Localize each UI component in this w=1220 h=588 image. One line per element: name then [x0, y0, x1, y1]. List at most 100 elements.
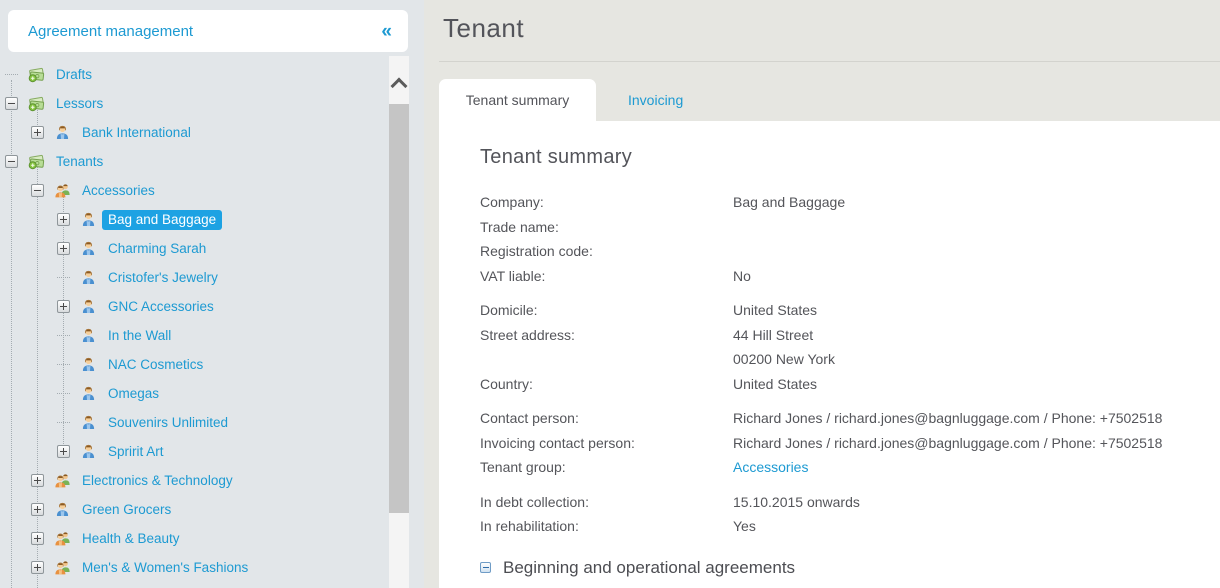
- tree-item-spririt-art[interactable]: Spririt Art: [0, 437, 388, 466]
- money-icon: [28, 95, 45, 112]
- person-icon: [80, 414, 97, 431]
- field-row-domicile: Domicile:United States: [480, 298, 1220, 323]
- tree-item-in-the-wall[interactable]: In the Wall: [0, 321, 388, 350]
- tree-item-drafts[interactable]: Drafts: [0, 60, 388, 89]
- tree-connector-line: [57, 364, 70, 365]
- plus-expander-icon[interactable]: [31, 503, 44, 516]
- tree-item-gnc-accessories[interactable]: GNC Accessories: [0, 292, 388, 321]
- tree-item-label[interactable]: Men's & Women's Fashions: [76, 558, 254, 578]
- field-group: Contact person:Richard Jones / richard.j…: [480, 406, 1220, 480]
- tree-item-souvenirs-unlimited[interactable]: Souvenirs Unlimited: [0, 408, 388, 437]
- app-window: { "colors": { "accent_blue": "#1d9ad2", …: [0, 0, 1220, 588]
- tree-item-charming-sarah[interactable]: Charming Sarah: [0, 234, 388, 263]
- tree-item-label[interactable]: NAC Cosmetics: [102, 355, 209, 375]
- section-title: Beginning and operational agreements: [503, 558, 795, 578]
- collapse-sidebar-icon[interactable]: «: [381, 22, 392, 41]
- collapse-section-icon[interactable]: [480, 562, 491, 573]
- tree-item-electronics-technology[interactable]: Electronics & Technology: [0, 466, 388, 495]
- tree-item-men-s-women-s-fashions[interactable]: Men's & Women's Fashions: [0, 553, 388, 582]
- group-icon: [54, 530, 71, 547]
- tree-item-item[interactable]: [0, 582, 388, 588]
- field-label: VAT liable:: [480, 264, 733, 289]
- tree-item-label[interactable]: Souvenirs Unlimited: [102, 413, 234, 433]
- tree-item-label[interactable]: Omegas: [102, 384, 165, 404]
- field-group: In debt collection:15.10.2015 onwardsIn …: [480, 490, 1220, 539]
- tab-invoicing[interactable]: Invoicing: [614, 79, 697, 121]
- tree-item-label[interactable]: Bank International: [76, 123, 197, 143]
- field-value: United States: [733, 372, 1220, 397]
- field-label: Country:: [480, 372, 733, 397]
- tree-item-cristofer-s-jewelry[interactable]: Cristofer's Jewelry: [0, 263, 388, 292]
- tree-connector-line: [57, 393, 70, 394]
- field-row-vat-liable: VAT liable:No: [480, 264, 1220, 289]
- tree-item-label[interactable]: Health & Beauty: [76, 529, 186, 549]
- minus-expander-icon[interactable]: [5, 155, 18, 168]
- tab-tenant-summary[interactable]: Tenant summary: [439, 79, 596, 121]
- tree-item-label[interactable]: Drafts: [50, 65, 98, 85]
- tree-item-label[interactable]: Electronics & Technology: [76, 471, 239, 491]
- person-icon: [54, 501, 71, 518]
- plus-expander-icon[interactable]: [57, 445, 70, 458]
- scrollbar-thumb[interactable]: [389, 104, 409, 513]
- field-value-link[interactable]: Accessories: [733, 455, 1220, 480]
- tree-item-label[interactable]: Green Grocers: [76, 500, 177, 520]
- plus-expander-icon[interactable]: [57, 242, 70, 255]
- tree-item-green-grocers[interactable]: Green Grocers: [0, 495, 388, 524]
- tree-item-lessors[interactable]: Lessors: [0, 89, 388, 118]
- tree-item-bag-and-baggage[interactable]: Bag and Baggage: [0, 205, 388, 234]
- section-header[interactable]: Beginning and operational agreements: [480, 558, 1220, 578]
- tree-item-label[interactable]: GNC Accessories: [102, 297, 220, 317]
- tenant-summary-content: Tenant summary Company:Bag and BaggageTr…: [439, 121, 1220, 588]
- field-label: In rehabilitation:: [480, 514, 733, 539]
- field-label: Trade name:: [480, 215, 733, 240]
- field-label: Tenant group:: [480, 455, 733, 480]
- sidebar-header: Agreement management «: [8, 10, 408, 52]
- tree-item-nac-cosmetics[interactable]: NAC Cosmetics: [0, 350, 388, 379]
- plus-expander-icon[interactable]: [57, 300, 70, 313]
- field-group: Domicile:United StatesStreet address:44 …: [480, 298, 1220, 396]
- tree-item-accessories[interactable]: Accessories: [0, 176, 388, 205]
- person-icon: [80, 356, 97, 373]
- plus-expander-icon[interactable]: [57, 213, 70, 226]
- field-value: 44 Hill Street00200 New York: [733, 323, 1220, 372]
- tree-item-label[interactable]: Spririt Art: [102, 442, 170, 462]
- tree-item-label[interactable]: Tenants: [50, 152, 109, 172]
- tree-item-tenants[interactable]: Tenants: [0, 147, 388, 176]
- person-icon: [54, 124, 71, 141]
- person-icon: [80, 443, 97, 460]
- tree-item-bank-international[interactable]: Bank International: [0, 118, 388, 147]
- tree-item-label[interactable]: Accessories: [76, 181, 161, 201]
- minus-expander-icon[interactable]: [5, 97, 18, 110]
- group-icon: [54, 472, 71, 489]
- tree-item-label[interactable]: Charming Sarah: [102, 239, 212, 259]
- field-value: Bag and Baggage: [733, 190, 1220, 215]
- summary-heading: Tenant summary: [480, 146, 1220, 169]
- group-icon: [54, 182, 71, 199]
- tree-item-label[interactable]: In the Wall: [102, 326, 177, 346]
- sidebar: Agreement management « Drafts Lessors Bank…: [0, 0, 424, 588]
- plus-expander-icon[interactable]: [31, 532, 44, 545]
- group-icon: [54, 559, 71, 576]
- field-value: United States: [733, 298, 1220, 323]
- scroll-up-icon[interactable]: [391, 78, 408, 95]
- tree-connector-line: [5, 74, 18, 75]
- field-row-invoicing-contact-person: Invoicing contact person:Richard Jones /…: [480, 431, 1220, 456]
- field-label: Registration code:: [480, 239, 733, 264]
- minus-expander-icon[interactable]: [31, 184, 44, 197]
- tree-item-health-beauty[interactable]: Health & Beauty: [0, 524, 388, 553]
- tree-item-label[interactable]: Lessors: [50, 94, 109, 114]
- tree-connector-line: [57, 277, 70, 278]
- plus-expander-icon[interactable]: [31, 126, 44, 139]
- sidebar-scrollbar[interactable]: [389, 56, 409, 588]
- plus-expander-icon[interactable]: [31, 474, 44, 487]
- tree-item-omegas[interactable]: Omegas: [0, 379, 388, 408]
- person-icon: [80, 385, 97, 402]
- tab-label: Invoicing: [628, 92, 683, 108]
- tree-item-label[interactable]: Bag and Baggage: [102, 210, 222, 230]
- person-icon: [80, 298, 97, 315]
- field-label: Street address:: [480, 323, 733, 372]
- plus-expander-icon[interactable]: [31, 561, 44, 574]
- money-icon: [28, 66, 45, 83]
- tree-item-label[interactable]: Cristofer's Jewelry: [102, 268, 224, 288]
- field-value: 15.10.2015 onwards: [733, 490, 1220, 515]
